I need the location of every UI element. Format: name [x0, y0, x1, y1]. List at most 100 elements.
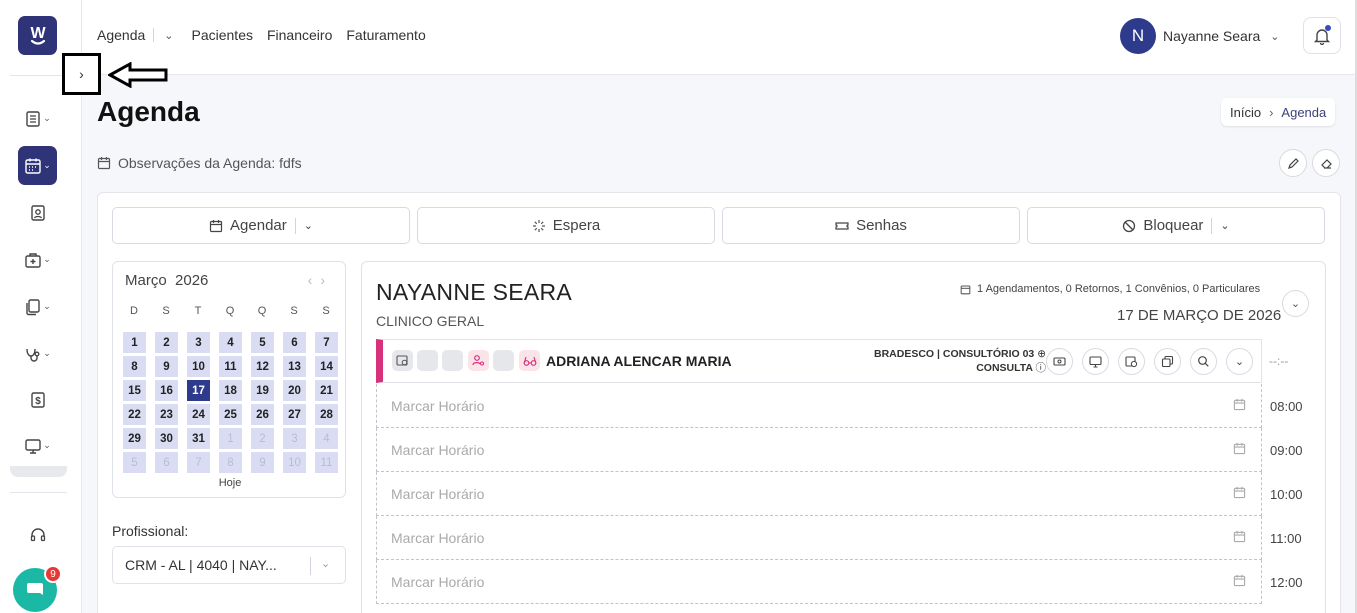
- book-slot-label[interactable]: Marcar Horário: [391, 398, 484, 414]
- sidebar-item-records[interactable]: ⌄: [18, 99, 57, 138]
- calendar-day[interactable]: 14: [315, 356, 338, 377]
- status-placeholder-icon[interactable]: [442, 350, 463, 371]
- reschedule-button[interactable]: [1118, 348, 1145, 375]
- clear-observations-button[interactable]: [1312, 149, 1340, 177]
- calendar-day[interactable]: 31: [187, 428, 210, 449]
- calendar-day[interactable]: 13: [283, 356, 306, 377]
- app-logo[interactable]: W: [18, 16, 57, 55]
- appointment-more-button[interactable]: ⌄: [1226, 348, 1253, 375]
- calendar-day[interactable]: 3: [283, 428, 306, 449]
- today-button[interactable]: Hoje: [113, 477, 347, 489]
- calendar-clock-icon[interactable]: [392, 350, 413, 371]
- calendar-day[interactable]: 26: [251, 404, 274, 425]
- sidebar-item-documents[interactable]: ⌄: [18, 287, 57, 326]
- calendar-day[interactable]: 2: [251, 428, 274, 449]
- calendar-day[interactable]: 1: [123, 332, 146, 353]
- calendar-day[interactable]: 4: [315, 428, 338, 449]
- calendar-day[interactable]: 28: [315, 404, 338, 425]
- calendar-day[interactable]: 29: [123, 428, 146, 449]
- professional-select[interactable]: CRM - AL | 4040 | NAY... ⌄: [112, 546, 346, 584]
- calendar-icon[interactable]: [1233, 530, 1246, 543]
- info-icon[interactable]: ⓘ: [1036, 362, 1047, 374]
- calendar-day[interactable]: 7: [315, 332, 338, 353]
- calendar-day[interactable]: 10: [187, 356, 210, 377]
- chevron-down-icon[interactable]: ⌄: [304, 219, 313, 232]
- breadcrumb-home[interactable]: Início: [1230, 105, 1261, 120]
- calendar-day[interactable]: 5: [251, 332, 274, 353]
- calendar-day[interactable]: 6: [155, 452, 178, 473]
- sidebar-item-clinic[interactable]: ⌄: [18, 240, 57, 279]
- calendar-day[interactable]: 19: [251, 380, 274, 401]
- notifications-button[interactable]: [1303, 17, 1341, 54]
- patient-name[interactable]: ADRIANA ALENCAR MARIA: [546, 353, 732, 369]
- calendar-day[interactable]: 22: [123, 404, 146, 425]
- chevron-left-icon[interactable]: ‹: [308, 272, 321, 288]
- nav-financeiro[interactable]: Financeiro: [267, 27, 332, 43]
- sidebar-item-finance[interactable]: $: [18, 380, 57, 419]
- calendar-day[interactable]: 10: [283, 452, 306, 473]
- calendar-day[interactable]: 1: [219, 428, 242, 449]
- nav-agenda[interactable]: Agenda: [97, 27, 145, 43]
- calendar-day[interactable]: 11: [219, 356, 242, 377]
- nav-faturamento[interactable]: Faturamento: [346, 27, 425, 43]
- duplicate-button[interactable]: [1154, 348, 1181, 375]
- calendar-day[interactable]: 30: [155, 428, 178, 449]
- calendar-day[interactable]: 9: [155, 356, 178, 377]
- sidebar-item-screens[interactable]: ⌄: [18, 426, 57, 465]
- sidebar-item-procedures[interactable]: ⌄: [18, 334, 57, 373]
- calendar-day[interactable]: 24: [187, 404, 210, 425]
- time-slot[interactable]: Marcar Horário: [376, 560, 1262, 604]
- plus-circle-icon[interactable]: ⊕: [1037, 348, 1046, 360]
- time-slot[interactable]: Marcar Horário: [376, 384, 1262, 428]
- book-slot-label[interactable]: Marcar Horário: [391, 530, 484, 546]
- expand-schedule-button[interactable]: ⌄: [1282, 290, 1309, 317]
- calendar-day[interactable]: 7: [187, 452, 210, 473]
- calendar-day[interactable]: 4: [219, 332, 242, 353]
- patient-search-icon[interactable]: [468, 350, 489, 371]
- calendar-day[interactable]: 2: [155, 332, 178, 353]
- block-button[interactable]: Bloquear ⌄: [1027, 207, 1325, 244]
- nav-pacientes[interactable]: Pacientes: [192, 27, 253, 43]
- calendar-day[interactable]: 15: [123, 380, 146, 401]
- sidebar-scrollbar[interactable]: [10, 466, 67, 477]
- calendar-day[interactable]: 8: [219, 452, 242, 473]
- tickets-button[interactable]: Senhas: [722, 207, 1020, 244]
- chevron-right-icon[interactable]: ›: [320, 272, 333, 288]
- view-appointment-button[interactable]: [1190, 348, 1217, 375]
- sidebar-item-support[interactable]: [18, 515, 57, 554]
- calendar-icon[interactable]: [1233, 486, 1246, 499]
- sidebar-item-agenda[interactable]: ⌄: [18, 146, 57, 185]
- calendar-day[interactable]: 5: [123, 452, 146, 473]
- status-placeholder-icon[interactable]: [417, 350, 438, 371]
- status-placeholder-icon[interactable]: [493, 350, 514, 371]
- calendar-day[interactable]: 9: [251, 452, 274, 473]
- sidebar-item-patients[interactable]: [18, 193, 57, 232]
- appointment-row[interactable]: ADRIANA ALENCAR MARIA BRADESCO | CONSULT…: [376, 339, 1262, 383]
- calendar-day[interactable]: 6: [283, 332, 306, 353]
- calendar-icon[interactable]: [1233, 398, 1246, 411]
- book-slot-label[interactable]: Marcar Horário: [391, 486, 484, 502]
- waitlist-button[interactable]: Espera: [417, 207, 715, 244]
- calendar-day[interactable]: 27: [283, 404, 306, 425]
- sidebar-toggle-button[interactable]: ›: [62, 53, 101, 95]
- user-menu[interactable]: N Nayanne Seara ⌄: [1120, 18, 1280, 54]
- calendar-day[interactable]: 3: [187, 332, 210, 353]
- glasses-icon[interactable]: [519, 350, 540, 371]
- calendar-day[interactable]: 8: [123, 356, 146, 377]
- edit-observations-button[interactable]: [1279, 149, 1307, 177]
- payment-button[interactable]: [1046, 348, 1073, 375]
- calendar-day[interactable]: 17: [187, 380, 210, 401]
- calendar-day[interactable]: 21: [315, 380, 338, 401]
- calendar-day[interactable]: 20: [283, 380, 306, 401]
- time-slot[interactable]: Marcar Horário: [376, 428, 1262, 472]
- calendar-day[interactable]: 12: [251, 356, 274, 377]
- calendar-day[interactable]: 11: [315, 452, 338, 473]
- calendar-icon[interactable]: [1233, 574, 1246, 587]
- time-slot[interactable]: Marcar Horário: [376, 472, 1262, 516]
- schedule-button[interactable]: Agendar ⌄: [112, 207, 410, 244]
- book-slot-label[interactable]: Marcar Horário: [391, 574, 484, 590]
- calendar-icon[interactable]: [1233, 442, 1246, 455]
- chevron-down-icon[interactable]: ⌄: [164, 29, 173, 42]
- call-screen-button[interactable]: [1082, 348, 1109, 375]
- calendar-day[interactable]: 18: [219, 380, 242, 401]
